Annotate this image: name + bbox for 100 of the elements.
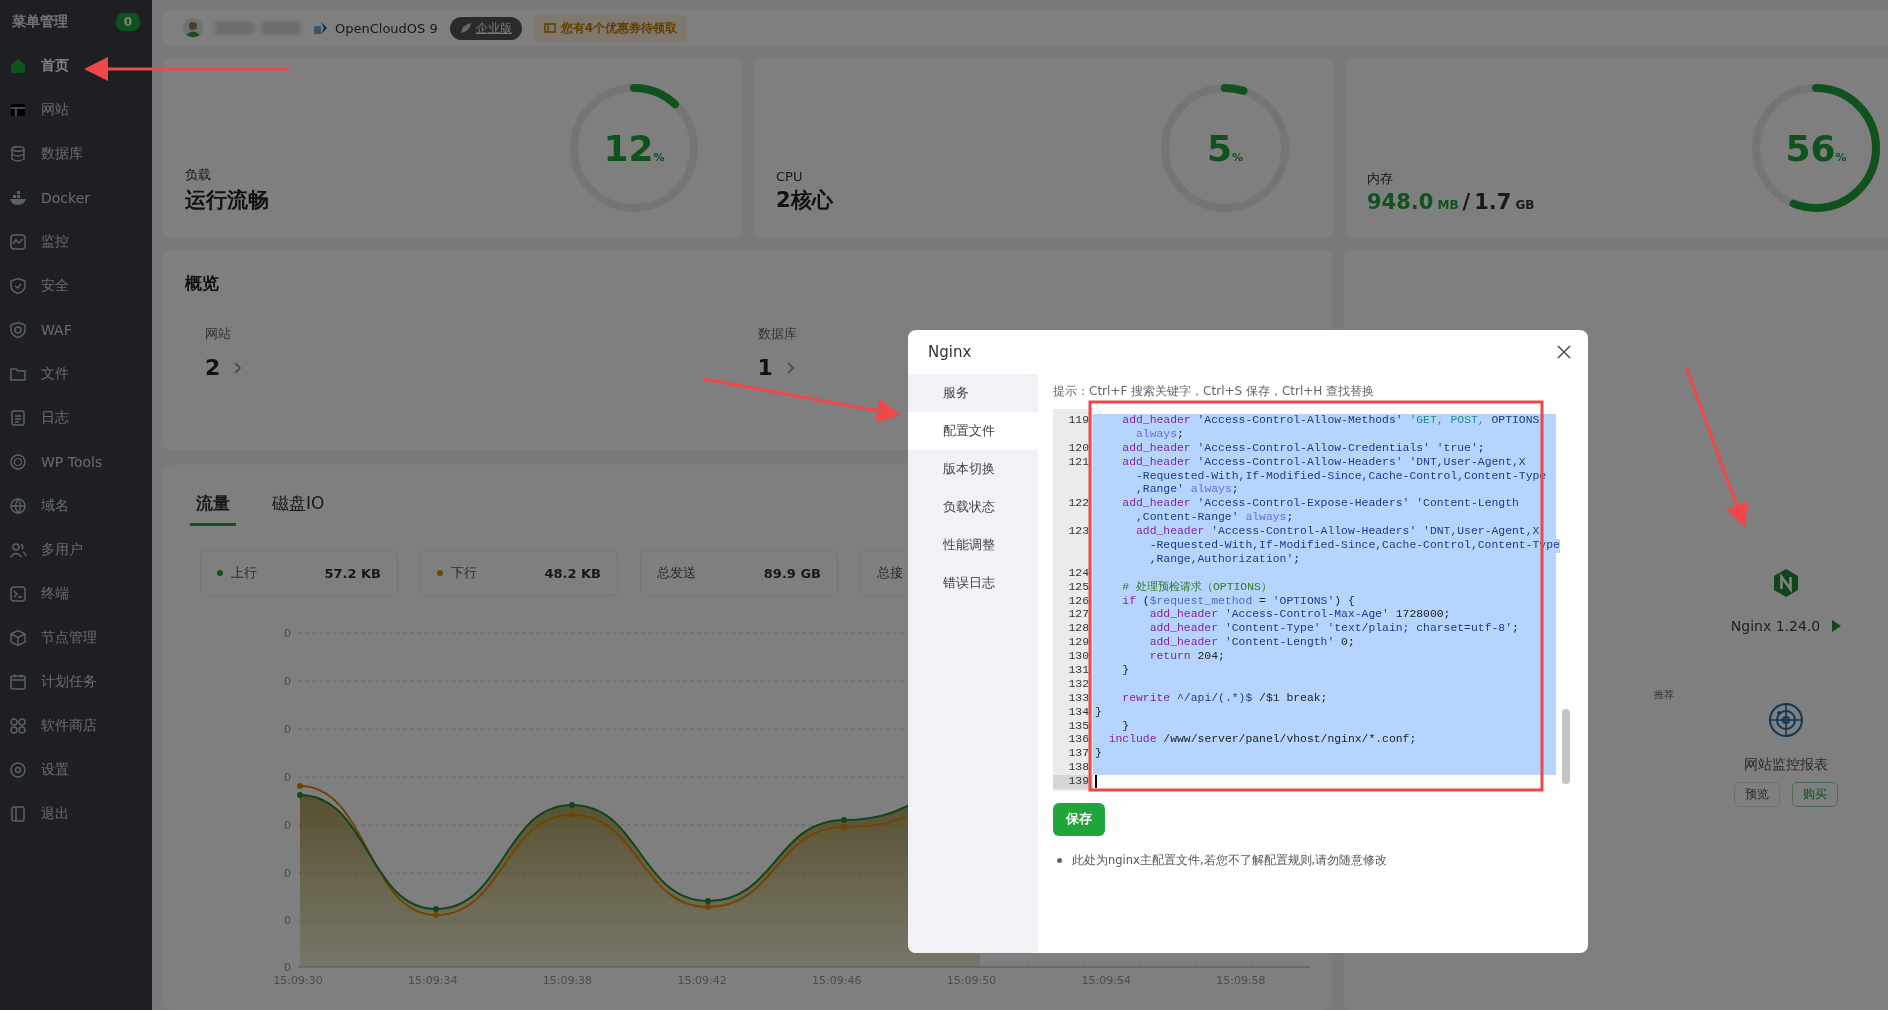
sidebar-item[interactable]: 安全 (0, 264, 152, 308)
sidebar-item[interactable]: 多用户 (0, 528, 152, 572)
code-line: ,Content-Range' always; (1135, 511, 1294, 524)
line-number: 139 (1067, 775, 1090, 790)
percent-unit: % (653, 150, 665, 164)
cube-icon (9, 629, 27, 647)
sidebar-title: 菜单管理 (12, 13, 68, 31)
sidebar-item[interactable]: 计划任务 (0, 660, 152, 704)
section-title: 概览 (185, 272, 220, 295)
pill-value: 57.2 KB (324, 565, 381, 581)
sidebar-item[interactable]: 数据库 (0, 132, 152, 176)
line-number: 138 (1067, 761, 1090, 776)
dialog-title: Nginx (928, 343, 972, 361)
play-icon[interactable] (1832, 620, 1842, 632)
buy-button[interactable]: 购买 (1792, 782, 1838, 807)
sidebar-item[interactable]: 设置 (0, 748, 152, 792)
database-icon (9, 145, 27, 163)
pill-label: 下行 (451, 564, 477, 582)
os-name: OpenCloudOS 9 (335, 20, 438, 36)
code-line: always; (1135, 427, 1184, 440)
sidebar-item[interactable]: 终端 (0, 572, 152, 616)
line-number: 133 (1067, 691, 1090, 706)
sidebar-item[interactable]: 网站 (0, 88, 152, 132)
dialog-menu-item[interactable]: 配置文件 (908, 412, 1038, 450)
pill-value: 89.9 GB (763, 565, 821, 581)
sidebar-item[interactable]: Docker (0, 176, 152, 220)
avatar-icon (183, 18, 203, 38)
code-line: add_header 'Content-Type' 'text/plain; charset=utf-8'; (1148, 622, 1519, 635)
line-number: 120 (1067, 441, 1090, 456)
settings-icon (9, 761, 27, 779)
sidebar-item[interactable]: 域名 (0, 484, 152, 528)
plugin-name: 网站监控报表 (1744, 756, 1828, 774)
code-line: add_header 'Access-Control-Allow-Credentials' 'true'; (1121, 441, 1485, 454)
sidebar-item[interactable]: 节点管理 (0, 616, 152, 660)
tab[interactable]: 流量 (190, 491, 236, 526)
separator: / (1462, 190, 1471, 214)
globe-icon (9, 497, 27, 515)
shield-icon (9, 321, 27, 339)
percent-unit: % (1835, 150, 1847, 164)
line-number: 119 (1067, 414, 1090, 428)
hexagon-icon (1773, 568, 1799, 598)
sidebar-item[interactable]: WAF (0, 308, 152, 352)
stat-label: CPU (776, 169, 804, 184)
save-button[interactable]: 保存 (1053, 803, 1105, 836)
hint-text: 提示：Ctrl+F 搜索关键字，Ctrl+S 保存，Ctrl+H 查找替换 (1053, 383, 1376, 400)
memory-total-unit: GB (1515, 198, 1535, 212)
radar-icon (1768, 702, 1804, 738)
overview-count[interactable]: 2 (205, 355, 221, 380)
percent-value: 56 (1785, 127, 1836, 169)
code-line: ,Range' always; (1135, 483, 1239, 496)
sidebar-item[interactable]: 软件商店 (0, 704, 152, 748)
line-number: 129 (1067, 636, 1090, 651)
preview-button[interactable]: 预览 (1734, 782, 1780, 807)
percent-value: 5 (1206, 127, 1232, 169)
sidebar-item[interactable]: WP Tools (0, 440, 152, 484)
grid-icon (9, 717, 27, 735)
sidebar-item[interactable]: 文件 (0, 352, 152, 396)
folder-icon (9, 365, 27, 383)
code-line: include /www/server/panel/vhost/nginx/*.conf; (1107, 733, 1417, 746)
sidebar-item[interactable]: 退出 (0, 792, 152, 836)
pill-label: 总接 (877, 564, 903, 582)
stat-value: 运行流畅 (185, 187, 269, 214)
memory-used-unit: MB (1437, 198, 1459, 212)
code-line: add_header 'Access-Control-Max-Age' 1728000; (1148, 608, 1451, 621)
pill-value: 48.2 KB (544, 565, 601, 581)
overview-count[interactable]: 1 (757, 355, 773, 380)
code-line: add_header 'Access-Control-Expose-Headers' 'Content-Length (1121, 497, 1519, 510)
circle-icon (9, 453, 27, 471)
stat-label: 负载 (185, 166, 212, 184)
sidebar-item[interactable]: 首页 (0, 44, 152, 88)
browser-icon (9, 101, 27, 119)
code-line: if ($request_method = 'OPTIONS') { (1121, 594, 1355, 607)
stat-value: 2核心 (776, 187, 833, 214)
code-line: rewrite ^/api/(.*)$ /$1 break; (1121, 691, 1328, 704)
chevron-icon[interactable] (786, 361, 795, 374)
line-number: 137 (1067, 747, 1090, 762)
ticket-icon (543, 22, 556, 34)
users-icon (9, 541, 27, 559)
edition-badge[interactable]: 企业版 (449, 16, 522, 40)
line-number: 126 (1067, 594, 1090, 609)
code-line: } (1121, 664, 1130, 677)
scrollbar[interactable] (1562, 709, 1570, 784)
boat-icon (9, 189, 27, 207)
stat-label: 内存 (1367, 170, 1394, 188)
close-icon[interactable] (1556, 344, 1572, 360)
software-name: Nginx 1.24.0 (1730, 618, 1821, 634)
line-number: 128 (1067, 622, 1090, 637)
line-number: 121 (1067, 455, 1090, 470)
sidebar-item[interactable]: 监控 (0, 220, 152, 264)
memory-used: 948.0 (1367, 190, 1434, 214)
coupon-banner[interactable]: 您有4个优惠券待领取 (533, 14, 688, 42)
pill-label: 总发送 (657, 564, 696, 582)
tab[interactable]: 磁盘IO (266, 491, 331, 526)
code-line: add_header 'Access-Control-Allow-Headers' 'DNT,User-Agent,X (1135, 525, 1540, 538)
sidebar-item[interactable]: 日志 (0, 396, 152, 440)
chart-icon (9, 233, 27, 251)
line-number: 125 (1067, 580, 1090, 595)
line-number: 123 (1067, 525, 1090, 540)
chevron-icon[interactable] (234, 361, 243, 374)
code-line: return 204; (1148, 650, 1225, 663)
